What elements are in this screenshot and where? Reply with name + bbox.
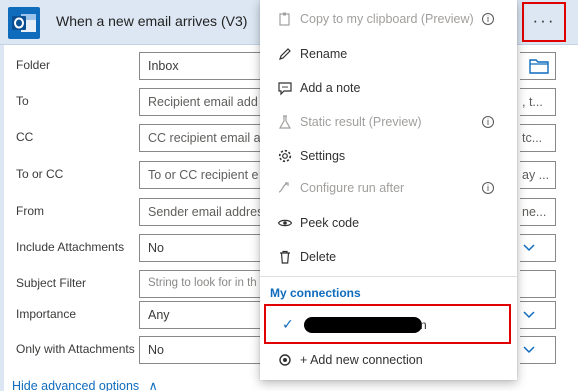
subject-filter-field-right[interactable] xyxy=(520,270,556,298)
folder-field[interactable]: Inbox xyxy=(139,52,278,80)
info-icon[interactable]: i xyxy=(482,182,494,194)
cc-field[interactable]: CC recipient email a xyxy=(139,124,278,152)
menu-item-label: Delete xyxy=(300,250,337,264)
menu-item-delete[interactable]: Delete xyxy=(260,241,517,273)
note-icon xyxy=(278,82,292,96)
subject-filter-label: Subject Filter xyxy=(16,276,87,290)
hide-advanced-options-label: Hide advanced options xyxy=(12,379,140,391)
eye-icon xyxy=(277,219,293,227)
cc-label: CC xyxy=(16,130,34,144)
flask-icon xyxy=(278,115,292,129)
to-or-cc-field[interactable]: To or CC recipient e xyxy=(139,161,278,189)
my-connections-heading: My connections xyxy=(270,286,361,300)
folder-label: Folder xyxy=(16,58,51,72)
connection-icon xyxy=(279,354,291,366)
cc-field-right[interactable]: tc... xyxy=(520,124,556,152)
chevron-down-icon[interactable] xyxy=(522,241,536,255)
trash-icon xyxy=(280,250,290,264)
pencil-icon xyxy=(279,48,291,60)
to-or-cc-field-right[interactable]: ay ... xyxy=(520,161,556,189)
menu-item-peek-code[interactable]: Peek code xyxy=(260,207,517,239)
outlook-icon xyxy=(8,7,40,39)
only-with-attachments-select[interactable]: No xyxy=(139,336,278,364)
connection-name-suffix: n xyxy=(420,318,427,332)
gear-icon xyxy=(278,149,292,163)
chevron-down-icon[interactable] xyxy=(522,343,536,357)
menu-item-settings[interactable]: Settings xyxy=(260,140,517,172)
to-field[interactable]: Recipient email add xyxy=(139,88,278,116)
menu-item-label: Settings xyxy=(300,149,346,163)
menu-item-copy-to-clipboard[interactable]: Copy to my clipboard (Preview) i xyxy=(260,3,517,35)
to-or-cc-label: To or CC xyxy=(16,167,64,181)
run-after-icon xyxy=(278,182,289,193)
menu-item-label: Copy to my clipboard (Preview) xyxy=(300,12,474,26)
chevron-down-icon[interactable] xyxy=(522,308,536,322)
from-field-right[interactable]: ne... xyxy=(520,198,556,226)
to-field-right[interactable]: , t... xyxy=(520,88,556,116)
menu-item-label: Configure run after xyxy=(300,181,405,195)
info-icon[interactable]: i xyxy=(482,116,494,128)
card-title: When a new email arrives (V3) xyxy=(56,13,248,29)
menu-item-configure-run-after[interactable]: Configure run after i xyxy=(260,172,517,204)
from-field[interactable]: Sender email addres xyxy=(139,198,278,226)
only-with-attachments-label: Only with Attachments xyxy=(16,342,135,356)
checkmark-icon: ✓ xyxy=(282,316,294,332)
clipboard-icon xyxy=(279,12,290,26)
include-attachments-select[interactable]: No xyxy=(139,234,278,262)
connection-item[interactable]: ✓ n xyxy=(264,304,511,344)
menu-item-label: Rename xyxy=(300,47,348,61)
menu-item-rename[interactable]: Rename xyxy=(260,38,517,70)
card-left-border xyxy=(0,45,4,391)
more-options-menu: Copy to my clipboard (Preview) i Rename … xyxy=(260,0,517,380)
importance-select[interactable]: Any xyxy=(139,301,278,329)
hide-advanced-options-link[interactable]: Hide advanced options ∧ xyxy=(12,378,158,391)
from-label: From xyxy=(16,204,44,218)
add-new-connection-label: + Add new connection xyxy=(300,353,423,367)
menu-item-label: Static result (Preview) xyxy=(300,115,422,129)
to-label: To xyxy=(16,94,29,108)
menu-item-add-note[interactable]: Add a note xyxy=(260,72,517,104)
add-new-connection-button[interactable]: + Add new connection xyxy=(260,344,517,376)
subject-filter-field[interactable]: String to look for in th xyxy=(139,270,278,298)
menu-divider xyxy=(260,276,517,277)
folder-picker-icon[interactable] xyxy=(528,57,550,75)
info-icon[interactable]: i xyxy=(482,13,494,25)
include-attachments-label: Include Attachments xyxy=(16,240,125,254)
more-options-button[interactable]: ··· xyxy=(522,2,566,42)
importance-label: Importance xyxy=(16,307,77,321)
chevron-up-icon: ∧ xyxy=(148,379,158,391)
redacted-connection-name xyxy=(304,317,422,333)
menu-item-label: Add a note xyxy=(300,81,361,95)
menu-item-label: Peek code xyxy=(300,216,360,230)
menu-item-static-result[interactable]: Static result (Preview) i xyxy=(260,106,517,138)
